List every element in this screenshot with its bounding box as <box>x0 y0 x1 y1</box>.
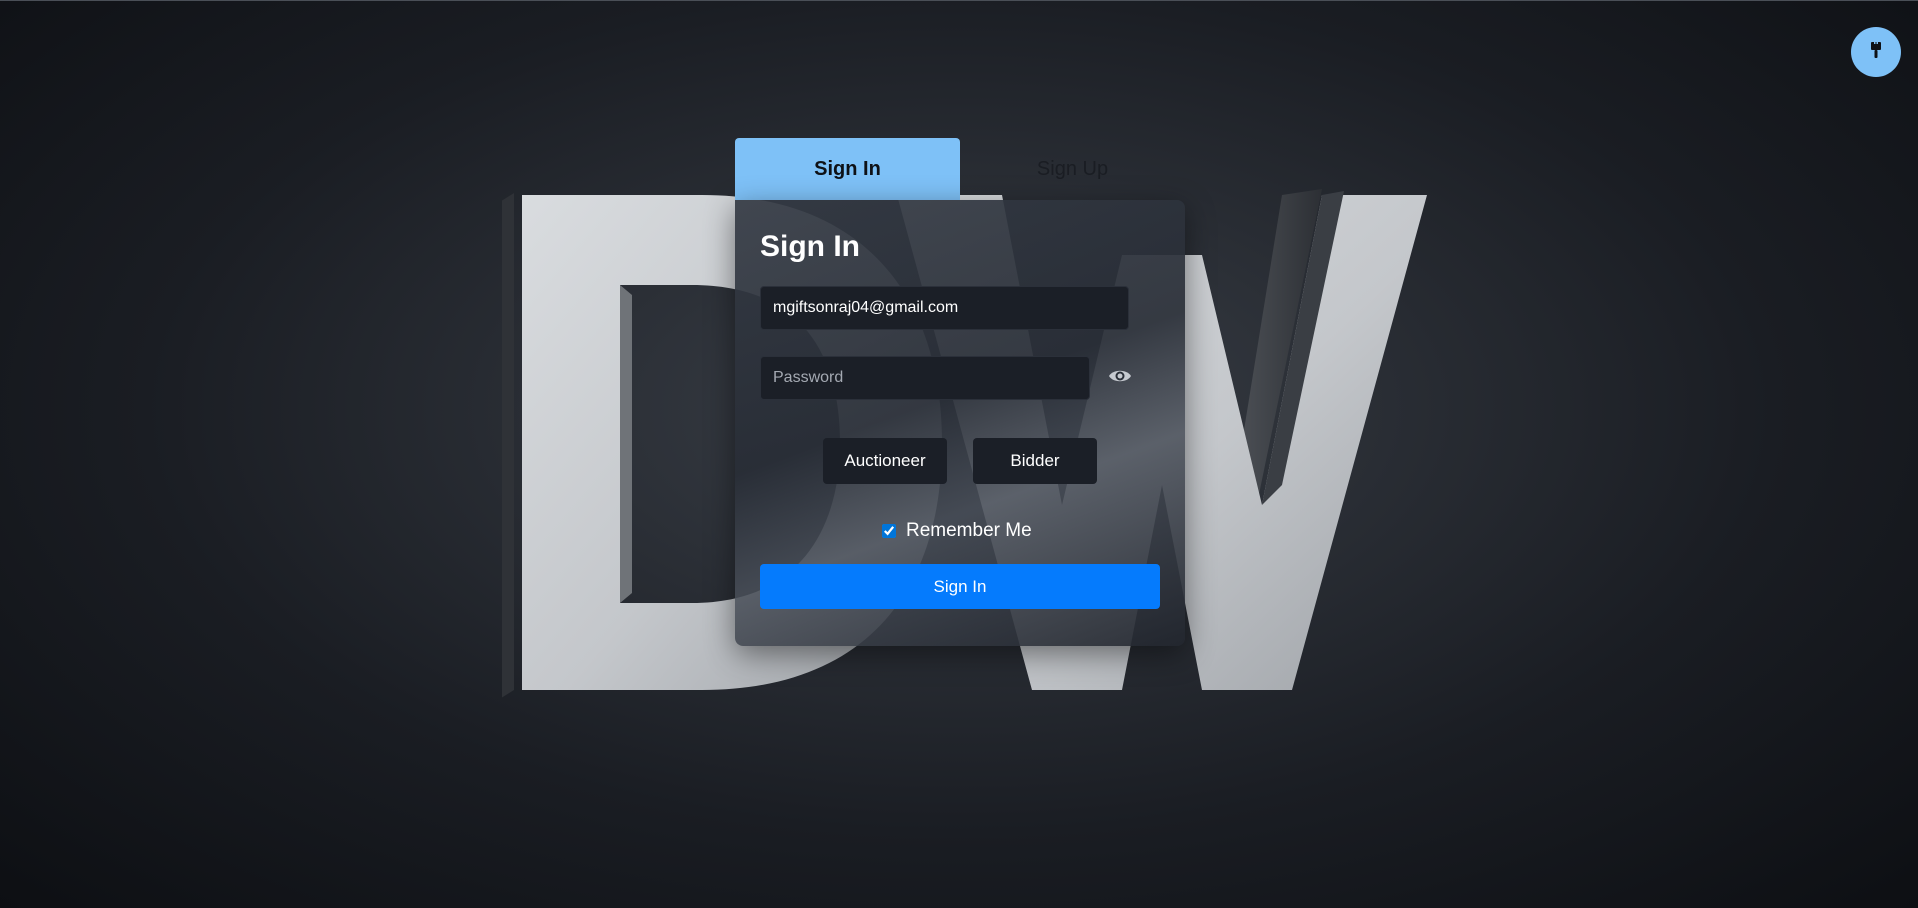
remember-me[interactable]: Remember Me <box>882 520 1032 542</box>
sign-in-submit-label: Sign In <box>933 576 987 596</box>
bidder-role-button[interactable]: Bidder <box>973 438 1097 484</box>
email-field[interactable] <box>760 286 1129 330</box>
remember-me-checkbox[interactable] <box>882 524 896 538</box>
password-field[interactable] <box>760 356 1090 400</box>
tab-sign-up[interactable]: Sign Up <box>960 138 1185 200</box>
show-password-toggle[interactable] <box>1107 366 1133 390</box>
eye-icon <box>1108 368 1132 389</box>
sign-in-card: Sign In Auctioneer Bidder Remember Me Si… <box>735 200 1185 646</box>
top-divider <box>0 0 1918 1</box>
paintbrush-icon <box>1868 40 1884 64</box>
sign-in-submit-button[interactable]: Sign In <box>760 564 1160 609</box>
auctioneer-label: Auctioneer <box>844 451 926 470</box>
bidder-label: Bidder <box>1010 451 1060 470</box>
auth-tabs: Sign In Sign Up <box>735 138 1185 200</box>
remember-me-label: Remember Me <box>906 520 1032 541</box>
form-title: Sign In <box>760 230 860 263</box>
login-page: Sign In Sign Up Sign In Auctioneer Bidde… <box>0 0 1918 908</box>
theme-toggle-button[interactable] <box>1851 27 1901 77</box>
auctioneer-role-button[interactable]: Auctioneer <box>823 438 947 484</box>
tab-sign-in[interactable]: Sign In <box>735 138 960 200</box>
